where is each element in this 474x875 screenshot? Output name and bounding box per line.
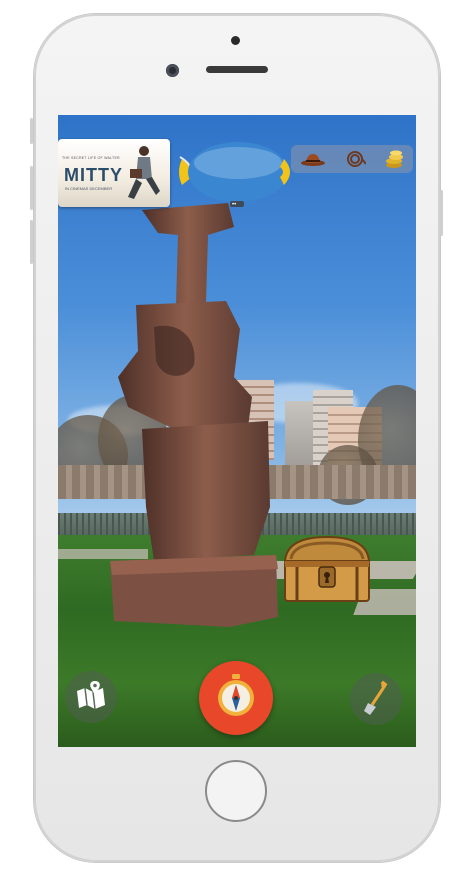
front-camera — [166, 64, 179, 77]
inventory-bar[interactable] — [291, 145, 413, 173]
compass-button[interactable] — [199, 661, 273, 735]
coins-icon[interactable] — [384, 149, 404, 169]
silent-switch — [30, 118, 33, 144]
promo-subtitle: IN CINEMAS DECEMBER — [65, 186, 113, 191]
proximity-sensor — [231, 36, 240, 45]
movie-promo-card[interactable]: THE SECRET LIFE OF WALTER MITTY IN CINEM… — [58, 139, 170, 207]
blimp-icon[interactable]: •• — [176, 137, 296, 227]
power-button — [440, 190, 443, 236]
map-button[interactable] — [65, 671, 117, 723]
promo-tagline: THE SECRET LIFE OF WALTER — [62, 156, 120, 160]
treasure-chest-icon[interactable] — [277, 531, 377, 607]
shovel-icon — [364, 680, 388, 715]
hat-icon[interactable] — [300, 152, 326, 166]
screen[interactable]: THE SECRET LIFE OF WALTER MITTY IN CINEM… — [58, 115, 416, 747]
dig-button[interactable] — [350, 673, 402, 725]
volume-up-button — [30, 166, 33, 210]
earpiece-speaker — [206, 66, 268, 73]
promo-title: MITTY — [64, 165, 123, 185]
home-button[interactable] — [205, 760, 267, 822]
volume-down-button — [30, 220, 33, 264]
compass-icon — [218, 674, 254, 716]
blimp-page-dots: •• — [232, 202, 236, 208]
map-icon — [77, 681, 105, 710]
phone-frame: THE SECRET LIFE OF WALTER MITTY IN CINEM… — [30, 14, 443, 862]
running-man-figure — [128, 146, 160, 199]
whip-icon[interactable] — [344, 150, 366, 168]
